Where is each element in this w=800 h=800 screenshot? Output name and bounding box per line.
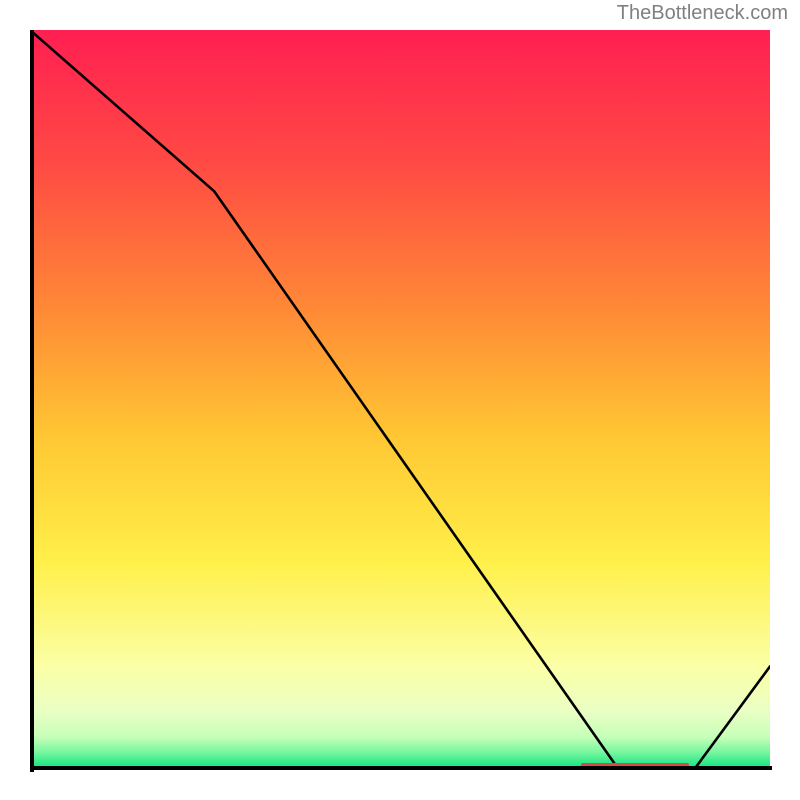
y-axis	[30, 30, 34, 772]
data-line	[30, 30, 770, 770]
watermark-text: TheBottleneck.com	[617, 2, 788, 25]
x-axis	[30, 766, 772, 770]
plot-area	[30, 30, 770, 770]
chart-container: TheBottleneck.com	[0, 0, 800, 800]
